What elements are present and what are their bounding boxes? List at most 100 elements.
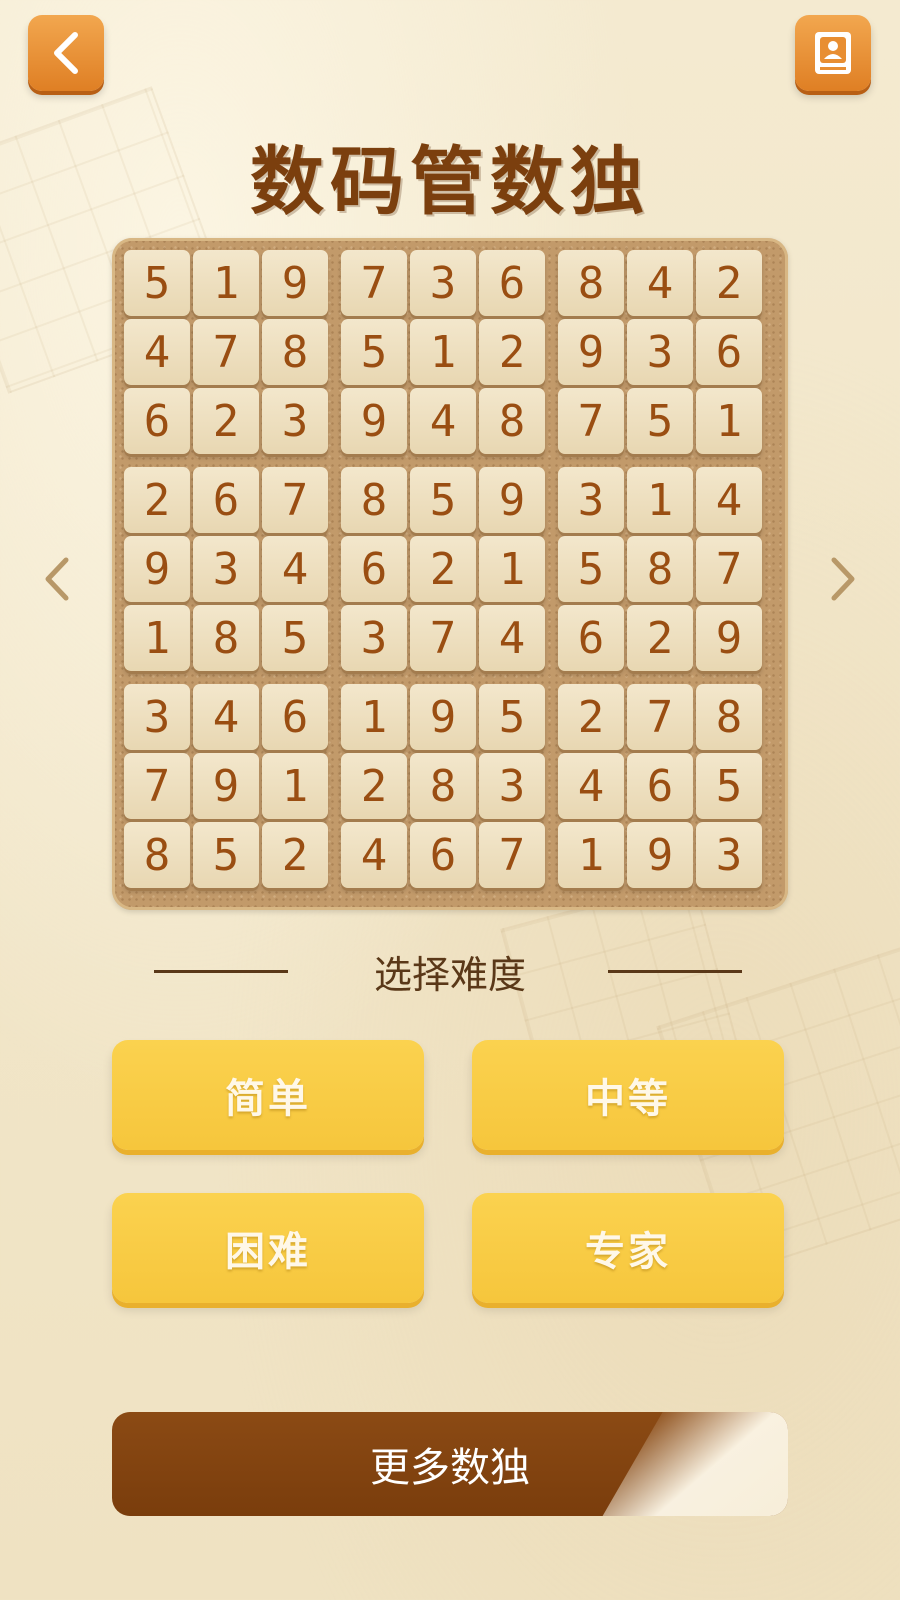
- sudoku-cell[interactable]: 7: [696, 536, 762, 602]
- sudoku-cell[interactable]: 2: [410, 536, 476, 602]
- sudoku-cell[interactable]: 2: [341, 753, 407, 819]
- book-button[interactable]: [795, 15, 871, 91]
- more-sudoku-label: 更多数独: [370, 1445, 530, 1491]
- sudoku-cell[interactable]: 8: [193, 605, 259, 671]
- sudoku-cell[interactable]: 1: [341, 684, 407, 750]
- sudoku-board: 5197368424785129366239487512678593149346…: [112, 238, 788, 910]
- sudoku-cell[interactable]: 1: [479, 536, 545, 602]
- sudoku-cell[interactable]: 2: [262, 822, 328, 888]
- sudoku-cell[interactable]: 6: [341, 536, 407, 602]
- divider-right: [608, 970, 742, 973]
- sudoku-cell[interactable]: 2: [696, 250, 762, 316]
- sudoku-cell[interactable]: 9: [627, 822, 693, 888]
- sudoku-cell[interactable]: 9: [124, 536, 190, 602]
- sudoku-cell[interactable]: 4: [193, 684, 259, 750]
- sudoku-cell[interactable]: 1: [262, 753, 328, 819]
- more-sudoku-button[interactable]: 更多数独: [112, 1412, 788, 1516]
- sudoku-cell[interactable]: 2: [124, 467, 190, 533]
- sudoku-cell[interactable]: 4: [479, 605, 545, 671]
- sudoku-cell[interactable]: 8: [124, 822, 190, 888]
- sudoku-cell[interactable]: 9: [479, 467, 545, 533]
- page-title: 数码管数独: [250, 139, 650, 225]
- sudoku-cell[interactable]: 7: [193, 319, 259, 385]
- sudoku-cell[interactable]: 3: [410, 250, 476, 316]
- sudoku-cell[interactable]: 4: [558, 753, 624, 819]
- next-puzzle-button[interactable]: [824, 554, 864, 604]
- easy-button[interactable]: 简单: [112, 1040, 424, 1150]
- sudoku-cell[interactable]: 6: [262, 684, 328, 750]
- sudoku-cell[interactable]: 6: [627, 753, 693, 819]
- sudoku-cell[interactable]: 5: [193, 822, 259, 888]
- difficulty-label: 选择难度: [373, 953, 526, 997]
- sudoku-cell[interactable]: 9: [696, 605, 762, 671]
- button-gloss: [581, 1412, 788, 1516]
- sudoku-cell[interactable]: 9: [341, 388, 407, 454]
- sudoku-cell[interactable]: 1: [627, 467, 693, 533]
- sudoku-cell[interactable]: 4: [124, 319, 190, 385]
- sudoku-cell[interactable]: 7: [124, 753, 190, 819]
- sudoku-cell[interactable]: 3: [124, 684, 190, 750]
- sudoku-cell[interactable]: 3: [558, 467, 624, 533]
- sudoku-cell[interactable]: 4: [627, 250, 693, 316]
- sudoku-cell[interactable]: 3: [479, 753, 545, 819]
- sudoku-cell[interactable]: 7: [627, 684, 693, 750]
- sudoku-cell[interactable]: 5: [479, 684, 545, 750]
- previous-puzzle-button[interactable]: [36, 554, 76, 604]
- sudoku-cell[interactable]: 5: [696, 753, 762, 819]
- sudoku-cell[interactable]: 3: [627, 319, 693, 385]
- sudoku-cell[interactable]: 9: [193, 753, 259, 819]
- sudoku-cell[interactable]: 5: [627, 388, 693, 454]
- sudoku-cell[interactable]: 1: [193, 250, 259, 316]
- sudoku-cell[interactable]: 3: [696, 822, 762, 888]
- hard-button[interactable]: 困难: [112, 1193, 424, 1303]
- sudoku-cell[interactable]: 7: [479, 822, 545, 888]
- sudoku-cell[interactable]: 8: [341, 467, 407, 533]
- sudoku-cell[interactable]: 5: [124, 250, 190, 316]
- sudoku-cell[interactable]: 8: [558, 250, 624, 316]
- sudoku-cell[interactable]: 4: [262, 536, 328, 602]
- sudoku-cell[interactable]: 8: [479, 388, 545, 454]
- sudoku-cell[interactable]: 3: [262, 388, 328, 454]
- divider-left: [154, 970, 288, 973]
- sudoku-cell[interactable]: 8: [262, 319, 328, 385]
- sudoku-cell[interactable]: 7: [558, 388, 624, 454]
- sudoku-cell[interactable]: 6: [193, 467, 259, 533]
- sudoku-cell[interactable]: 5: [262, 605, 328, 671]
- sudoku-cell[interactable]: 1: [558, 822, 624, 888]
- book-icon: [815, 32, 851, 74]
- sudoku-cell[interactable]: 6: [558, 605, 624, 671]
- chevron-right-icon: [831, 557, 855, 601]
- sudoku-cell[interactable]: 5: [341, 319, 407, 385]
- sudoku-cell[interactable]: 8: [696, 684, 762, 750]
- sudoku-cell[interactable]: 7: [262, 467, 328, 533]
- sudoku-cell[interactable]: 2: [193, 388, 259, 454]
- sudoku-cell[interactable]: 9: [262, 250, 328, 316]
- sudoku-cell[interactable]: 5: [558, 536, 624, 602]
- sudoku-cell[interactable]: 1: [124, 605, 190, 671]
- sudoku-cell[interactable]: 8: [627, 536, 693, 602]
- sudoku-cell[interactable]: 9: [410, 684, 476, 750]
- chevron-left-icon: [54, 32, 78, 74]
- sudoku-cell[interactable]: 6: [696, 319, 762, 385]
- sudoku-cell[interactable]: 9: [558, 319, 624, 385]
- sudoku-cell[interactable]: 7: [410, 605, 476, 671]
- sudoku-cell[interactable]: 5: [410, 467, 476, 533]
- sudoku-cell[interactable]: 8: [410, 753, 476, 819]
- sudoku-cell[interactable]: 4: [410, 388, 476, 454]
- back-button[interactable]: [28, 15, 104, 91]
- sudoku-cell[interactable]: 6: [479, 250, 545, 316]
- sudoku-cell[interactable]: 2: [558, 684, 624, 750]
- sudoku-cell[interactable]: 1: [696, 388, 762, 454]
- sudoku-cell[interactable]: 2: [479, 319, 545, 385]
- sudoku-cell[interactable]: 2: [627, 605, 693, 671]
- sudoku-cell[interactable]: 1: [410, 319, 476, 385]
- sudoku-cell[interactable]: 4: [341, 822, 407, 888]
- sudoku-cell[interactable]: 7: [341, 250, 407, 316]
- sudoku-cell[interactable]: 6: [124, 388, 190, 454]
- sudoku-cell[interactable]: 3: [341, 605, 407, 671]
- sudoku-cell[interactable]: 6: [410, 822, 476, 888]
- medium-button[interactable]: 中等: [472, 1040, 784, 1150]
- expert-button[interactable]: 专家: [472, 1193, 784, 1303]
- sudoku-cell[interactable]: 4: [696, 467, 762, 533]
- sudoku-cell[interactable]: 3: [193, 536, 259, 602]
